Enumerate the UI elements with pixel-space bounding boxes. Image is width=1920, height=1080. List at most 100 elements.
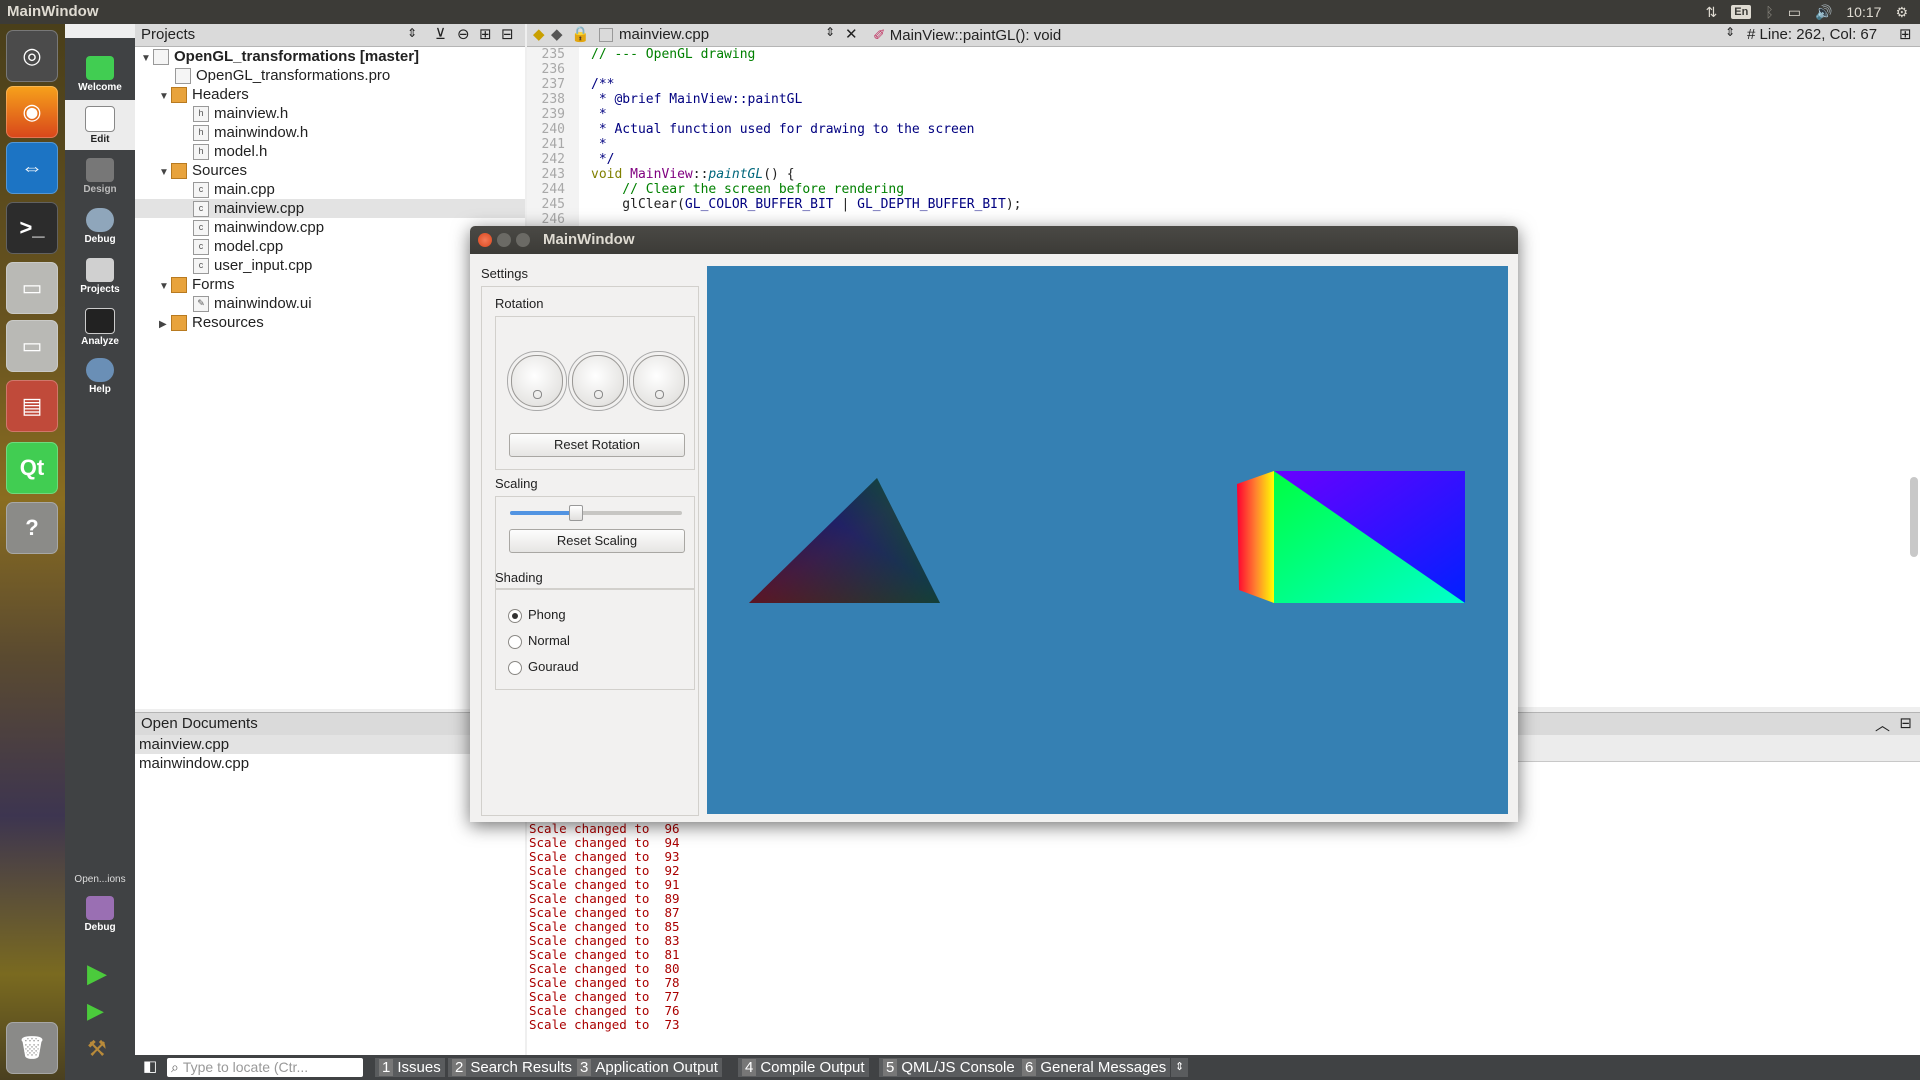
collapse-arrow-icon[interactable]: ▼ — [159, 163, 171, 182]
run-icon[interactable]: ▶ — [87, 958, 107, 989]
firefox-icon[interactable]: ◉ — [6, 86, 58, 138]
scaling-slider[interactable] — [510, 505, 682, 521]
trash-icon[interactable]: 🗑 — [6, 1022, 58, 1074]
qt-creator-icon[interactable]: Qt — [6, 442, 58, 494]
tree-item-project[interactable]: ▼ OpenGL_transformations [master] — [141, 47, 419, 66]
tree-item-file[interactable]: c user_input.cpp — [193, 256, 312, 275]
open-file-selector[interactable]: mainview.cpp — [599, 26, 709, 43]
toggle-sidebar-icon[interactable]: ◧ — [143, 1057, 157, 1075]
expand-arrow-icon[interactable]: ▶ — [159, 315, 171, 334]
reset-rotation-button[interactable]: Reset Rotation — [509, 433, 685, 457]
clock[interactable]: 10:17 — [1846, 4, 1881, 20]
terminal-icon[interactable]: >_ — [6, 202, 58, 254]
opengl-viewport[interactable] — [707, 266, 1508, 814]
split-editor-icon[interactable]: ⊞ — [1899, 25, 1912, 43]
keyboard-layout-indicator[interactable]: En — [1731, 5, 1752, 19]
tab-search-results[interactable]: 2 Search Results — [448, 1058, 577, 1077]
tab-application-output[interactable]: 3 Application Output — [573, 1058, 722, 1077]
header-file-icon: h — [193, 125, 209, 142]
editor-scrollbar-thumb[interactable] — [1910, 477, 1918, 557]
close-pane-icon[interactable]: ⊟ — [501, 25, 514, 43]
tab-general-messages[interactable]: 6 General Messages — [1018, 1058, 1171, 1077]
bluetooth-icon[interactable]: ᛒ — [1765, 4, 1773, 20]
tree-item-forms[interactable]: ▼ Forms — [159, 275, 235, 294]
drive-2-icon[interactable]: ▭ — [6, 320, 58, 372]
more-tabs-icon[interactable]: ⇕ — [1171, 1058, 1189, 1077]
open-document-item[interactable]: mainwindow.cpp — [139, 754, 249, 773]
tree-item-headers[interactable]: ▼ Headers — [159, 85, 249, 104]
collapse-arrow-icon[interactable]: ▼ — [141, 49, 153, 68]
project-tree: ▼ OpenGL_transformations [master] OpenGL_… — [135, 47, 525, 709]
build-hammer-icon[interactable]: ⚒ — [87, 1036, 107, 1062]
tree-item-resources[interactable]: ▶ Resources — [159, 313, 264, 332]
battery-icon[interactable]: ▭ — [1788, 4, 1801, 21]
mode-edit[interactable]: Edit — [65, 100, 135, 150]
locator-input[interactable]: ⌕ Type to locate (Ctr... — [167, 1058, 363, 1077]
tab-compile-output[interactable]: 4 Compile Output — [738, 1058, 869, 1077]
file-manager-icon[interactable]: ▤ — [6, 380, 58, 432]
shading-phong-label[interactable]: Phong — [528, 607, 566, 622]
open-document-item[interactable]: mainview.cpp — [135, 735, 525, 754]
tab-issues[interactable]: 1 Issues — [375, 1058, 445, 1077]
filter-icon[interactable]: ⊻ — [435, 25, 446, 43]
shading-phong-radio[interactable] — [508, 609, 522, 623]
collapse-arrow-icon[interactable]: ▼ — [159, 277, 171, 296]
symbol-selector[interactable]: ✐ MainView::paintGL(): void — [873, 26, 1061, 44]
mode-design[interactable]: Design — [65, 152, 135, 202]
reset-scaling-button[interactable]: Reset Scaling — [509, 529, 685, 553]
mode-welcome[interactable]: Welcome — [65, 50, 135, 100]
shading-normal-label[interactable]: Normal — [528, 633, 570, 648]
ubuntu-dash-icon[interactable]: ◎ — [6, 30, 58, 82]
close-window-icon[interactable] — [478, 233, 492, 247]
cursor-position[interactable]: # Line: 262, Col: 67 — [1747, 26, 1877, 43]
shading-gouraud-radio[interactable] — [508, 661, 522, 675]
shading-normal-radio[interactable] — [508, 635, 522, 649]
maximize-window-icon[interactable] — [516, 233, 530, 247]
back-arrow-icon[interactable]: ◆ — [533, 25, 545, 43]
file-dropdown-arrow-icon[interactable]: ⇕ — [825, 25, 835, 39]
collapse-arrow-icon[interactable]: ▼ — [159, 87, 171, 106]
network-icon[interactable]: ⇅ — [1706, 4, 1718, 21]
mode-debug[interactable]: Debug — [65, 202, 135, 252]
tab-qml-js-console[interactable]: 5 QML/JS Console — [879, 1058, 1019, 1077]
minimize-window-icon[interactable] — [497, 233, 511, 247]
drive-icon[interactable]: ▭ — [6, 262, 58, 314]
settings-gear-icon[interactable]: ⚙ — [1895, 4, 1908, 21]
rotation-x-dial[interactable] — [511, 355, 563, 407]
folder-icon — [171, 87, 187, 104]
tree-item-sources[interactable]: ▼ Sources — [159, 161, 247, 180]
output-line: Scale changed to 85 — [529, 919, 680, 934]
view-selector-arrow-icon[interactable]: ⇕ — [407, 26, 417, 40]
app-window-titlebar[interactable]: MainWindow — [470, 226, 1518, 254]
split-icon[interactable]: ⊞ — [479, 25, 492, 43]
shading-gouraud-label[interactable]: Gouraud — [528, 659, 579, 674]
sync-link-icon[interactable]: ⊖ — [457, 25, 470, 43]
volume-icon[interactable]: 🔊 — [1815, 4, 1832, 21]
scaling-slider-handle[interactable] — [569, 505, 584, 521]
tree-item-file[interactable]: h model.h — [193, 142, 267, 161]
tree-item-file[interactable]: h mainwindow.h — [193, 123, 308, 142]
debug-run-icon[interactable]: ▶ — [87, 998, 104, 1024]
unknown-app-icon[interactable]: ? — [6, 502, 58, 554]
kit-selector[interactable]: Debug — [65, 890, 135, 940]
rotation-y-dial[interactable] — [572, 355, 624, 407]
forward-arrow-icon[interactable]: ◆ — [551, 25, 563, 43]
mode-help[interactable]: Help — [65, 352, 135, 402]
rotation-z-dial[interactable] — [633, 355, 685, 407]
project-icon — [153, 49, 169, 66]
symbol-dropdown-arrow-icon[interactable]: ⇕ — [1725, 25, 1735, 39]
tree-item-file[interactable]: ✎ mainwindow.ui — [193, 294, 312, 313]
close-document-icon[interactable]: ✕ — [845, 25, 858, 43]
maximize-pane-icon[interactable]: ︿ — [1875, 714, 1890, 735]
tree-item-file-selected[interactable]: c mainview.cpp — [135, 199, 525, 218]
close-output-icon[interactable]: ⊟ — [1899, 714, 1912, 732]
mode-projects[interactable]: Projects — [65, 252, 135, 302]
teamviewer-icon[interactable]: ⇔ — [6, 142, 58, 194]
tree-item-file[interactable]: h mainview.h — [193, 104, 288, 123]
header-file-icon: h — [193, 144, 209, 161]
tree-item-file[interactable]: c mainwindow.cpp — [193, 218, 324, 237]
tree-item-file[interactable]: c model.cpp — [193, 237, 283, 256]
tree-item-file[interactable]: c main.cpp — [193, 180, 275, 199]
mode-analyze[interactable]: Analyze — [65, 302, 135, 352]
tree-item-pro-file[interactable]: OpenGL_transformations.pro — [175, 66, 390, 85]
